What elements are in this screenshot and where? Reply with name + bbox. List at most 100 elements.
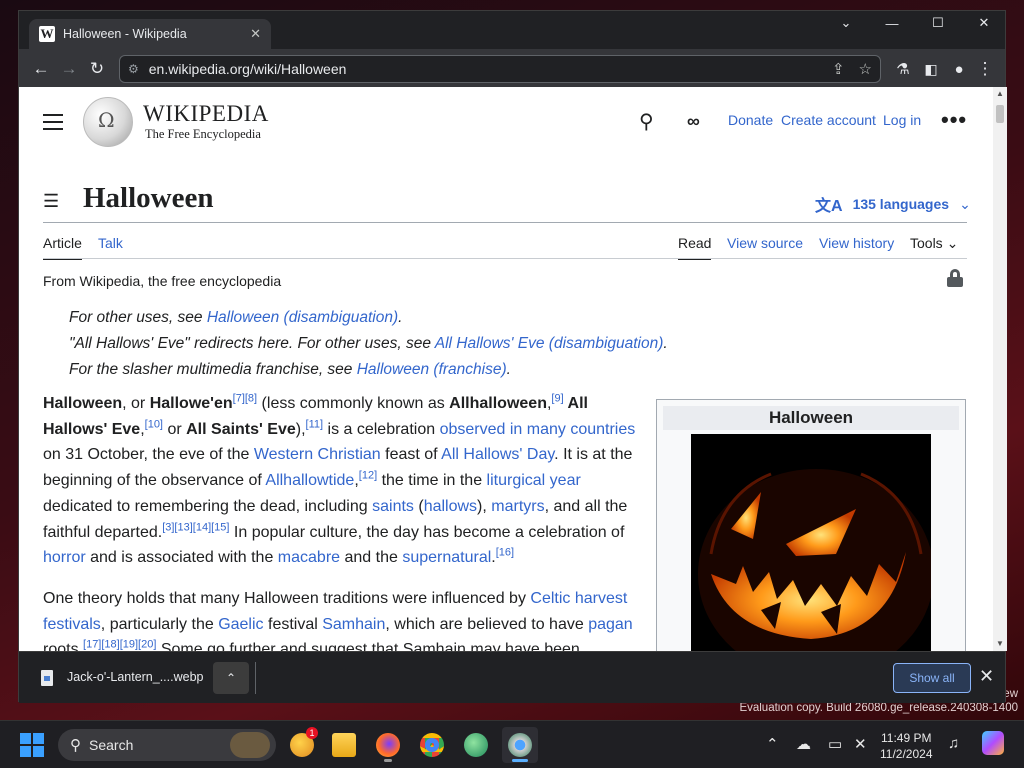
article-link[interactable]: horror (43, 549, 86, 566)
site-info-icon[interactable]: ⚙ (128, 62, 139, 76)
appearance-glasses-icon[interactable]: ∞ (687, 111, 700, 132)
tab-article[interactable]: Article (43, 235, 82, 260)
main-menu-icon[interactable] (43, 114, 63, 130)
start-windows-icon[interactable] (20, 733, 44, 757)
browser-tab-halloween[interactable]: W Halloween - Wikipedia ✕ (29, 19, 271, 49)
tab-close-icon[interactable]: ✕ (250, 26, 261, 42)
search-icon[interactable]: ⚲ (639, 109, 654, 134)
article-link[interactable]: Allhallowtide (265, 472, 354, 489)
article-link[interactable]: Samhain (322, 616, 385, 633)
article-link[interactable]: Gaelic (218, 616, 263, 633)
clock-date: 11/2/2024 (880, 747, 933, 761)
log-in-link[interactable]: Log in (883, 112, 921, 128)
text: ( (413, 497, 424, 515)
taskbar-search[interactable]: ⚲ Search (58, 729, 276, 761)
download-separator (255, 662, 256, 694)
close-download-bar-icon[interactable]: ✕ (979, 666, 994, 687)
file-explorer-icon[interactable] (326, 727, 362, 763)
language-selector[interactable]: 文A 135 languages ⌄ (815, 192, 971, 216)
article-link[interactable]: hallows (424, 498, 477, 515)
reload-icon[interactable]: ↻ (85, 57, 109, 81)
desktop-watermark: Evaluation copy. Build 26080.ge_release.… (739, 702, 1018, 714)
tab-view-history[interactable]: View history (819, 235, 894, 251)
donate-link[interactable]: Donate (728, 112, 773, 128)
citation-link[interactable]: [3][13][14][15] (162, 521, 229, 533)
copilot-icon[interactable] (982, 731, 1004, 755)
hatnote-text: . (506, 361, 511, 378)
article-link[interactable]: saints (372, 498, 414, 515)
page-scrollbar[interactable]: ▲ ▼ (993, 87, 1007, 651)
citation-link[interactable]: [7][8] (233, 393, 257, 405)
url-text[interactable]: en.wikipedia.org/wiki/Halloween (149, 61, 818, 77)
infobox-title: Halloween (663, 406, 959, 430)
citation-link[interactable]: [17][18][19][20] (83, 639, 156, 651)
volume-muted-icon[interactable]: ✕ (854, 735, 867, 753)
cloud-sync-icon[interactable]: ☁ (796, 735, 811, 753)
tab-search-chevron-icon[interactable]: ⌄ (823, 11, 869, 35)
address-bar[interactable]: ⚙ en.wikipedia.org/wiki/Halloween ⇪ ☆ (119, 55, 881, 83)
firefox-icon[interactable] (370, 727, 406, 763)
system-clock[interactable]: 11:49 PM 11/2/2024 (880, 730, 933, 762)
display-icon[interactable]: ▭ (828, 735, 842, 753)
maximize-button[interactable]: ☐ (915, 11, 961, 35)
download-options-chevron-icon[interactable]: ⌃ (213, 662, 249, 694)
article-link[interactable]: supernatural (402, 549, 491, 566)
profile-avatar-icon[interactable]: ● (947, 57, 971, 81)
search-highlight-icon (230, 732, 270, 758)
tab-talk[interactable]: Talk (98, 235, 123, 251)
chrome-dev-active-icon[interactable] (502, 727, 538, 763)
protection-lock-icon[interactable] (947, 269, 963, 287)
bookmark-star-icon[interactable]: ☆ (859, 60, 872, 78)
article-link[interactable]: observed in many countries (440, 421, 636, 438)
tools-menu[interactable]: Tools ⌄ (910, 235, 958, 252)
show-all-button[interactable]: Show all (893, 663, 971, 693)
text: (less commonly known as (257, 395, 450, 412)
hatnote-link[interactable]: All Hallows' Eve (disambiguation) (435, 335, 664, 352)
citation-link[interactable]: [16] (496, 547, 514, 559)
more-options-icon[interactable]: ••• (941, 107, 967, 133)
wikipedia-wordmark[interactable]: WIKIPEDIA (143, 101, 269, 127)
hatnote-link[interactable]: Halloween (franchise) (357, 361, 507, 378)
wikipedia-globe-logo[interactable] (83, 97, 133, 147)
article-link[interactable]: pagan (588, 616, 633, 633)
side-panel-icon[interactable]: ◧ (919, 57, 943, 81)
scrollbar-thumb[interactable] (996, 105, 1004, 123)
browser-menu-icon[interactable]: ⋮ (973, 57, 997, 81)
citation-link[interactable]: [12] (359, 470, 377, 482)
notification-bell-icon[interactable]: ♫ (948, 735, 959, 752)
tab-view-source[interactable]: View source (727, 235, 803, 251)
text: and is associated with the (85, 549, 278, 567)
download-bar: Jack-o'-Lantern_....webp ⌃ Show all ✕ (19, 651, 1005, 703)
jack-o-lantern-image[interactable] (691, 434, 931, 651)
chrome-icon[interactable] (414, 727, 450, 763)
show-hidden-icons-chevron-icon[interactable]: ⌃ (766, 735, 779, 753)
text: festival (263, 615, 323, 633)
language-count: 135 languages (852, 196, 950, 212)
close-window-button[interactable]: ✕ (961, 11, 1007, 35)
hatnote: For the slasher multimedia franchise, se… (69, 361, 511, 379)
citation-link[interactable]: [11] (306, 418, 324, 430)
back-arrow-icon[interactable]: ← (29, 57, 53, 81)
article-link[interactable]: martyrs (491, 498, 544, 515)
scroll-up-arrow-icon[interactable]: ▲ (996, 89, 1004, 98)
hatnote-link[interactable]: Halloween (disambiguation) (207, 309, 398, 326)
tab-read[interactable]: Read (678, 235, 712, 260)
citation-link[interactable]: [10] (145, 418, 163, 430)
scroll-down-arrow-icon[interactable]: ▼ (996, 639, 1004, 648)
image-file-icon (41, 670, 53, 686)
create-account-link[interactable]: Create account (781, 112, 876, 128)
share-icon[interactable]: ⇪ (832, 60, 845, 78)
weather-widget-icon[interactable]: 1 (284, 727, 320, 763)
minimize-button[interactable]: — (869, 11, 915, 35)
download-file-name[interactable]: Jack-o'-Lantern_....webp (67, 670, 204, 684)
extensions-flask-icon[interactable]: ⚗ (891, 57, 915, 81)
citation-link[interactable]: [9] (551, 393, 563, 405)
edge-canary-icon[interactable] (458, 727, 494, 763)
text: ), (477, 497, 492, 515)
article-link[interactable]: macabre (278, 549, 340, 566)
table-of-contents-icon[interactable]: ☰ (43, 191, 59, 212)
article-link[interactable]: liturgical year (487, 472, 581, 489)
article-link[interactable]: Western Christian (254, 446, 381, 463)
forward-arrow-icon[interactable]: → (57, 57, 81, 81)
article-link[interactable]: All Hallows' Day (441, 446, 554, 463)
